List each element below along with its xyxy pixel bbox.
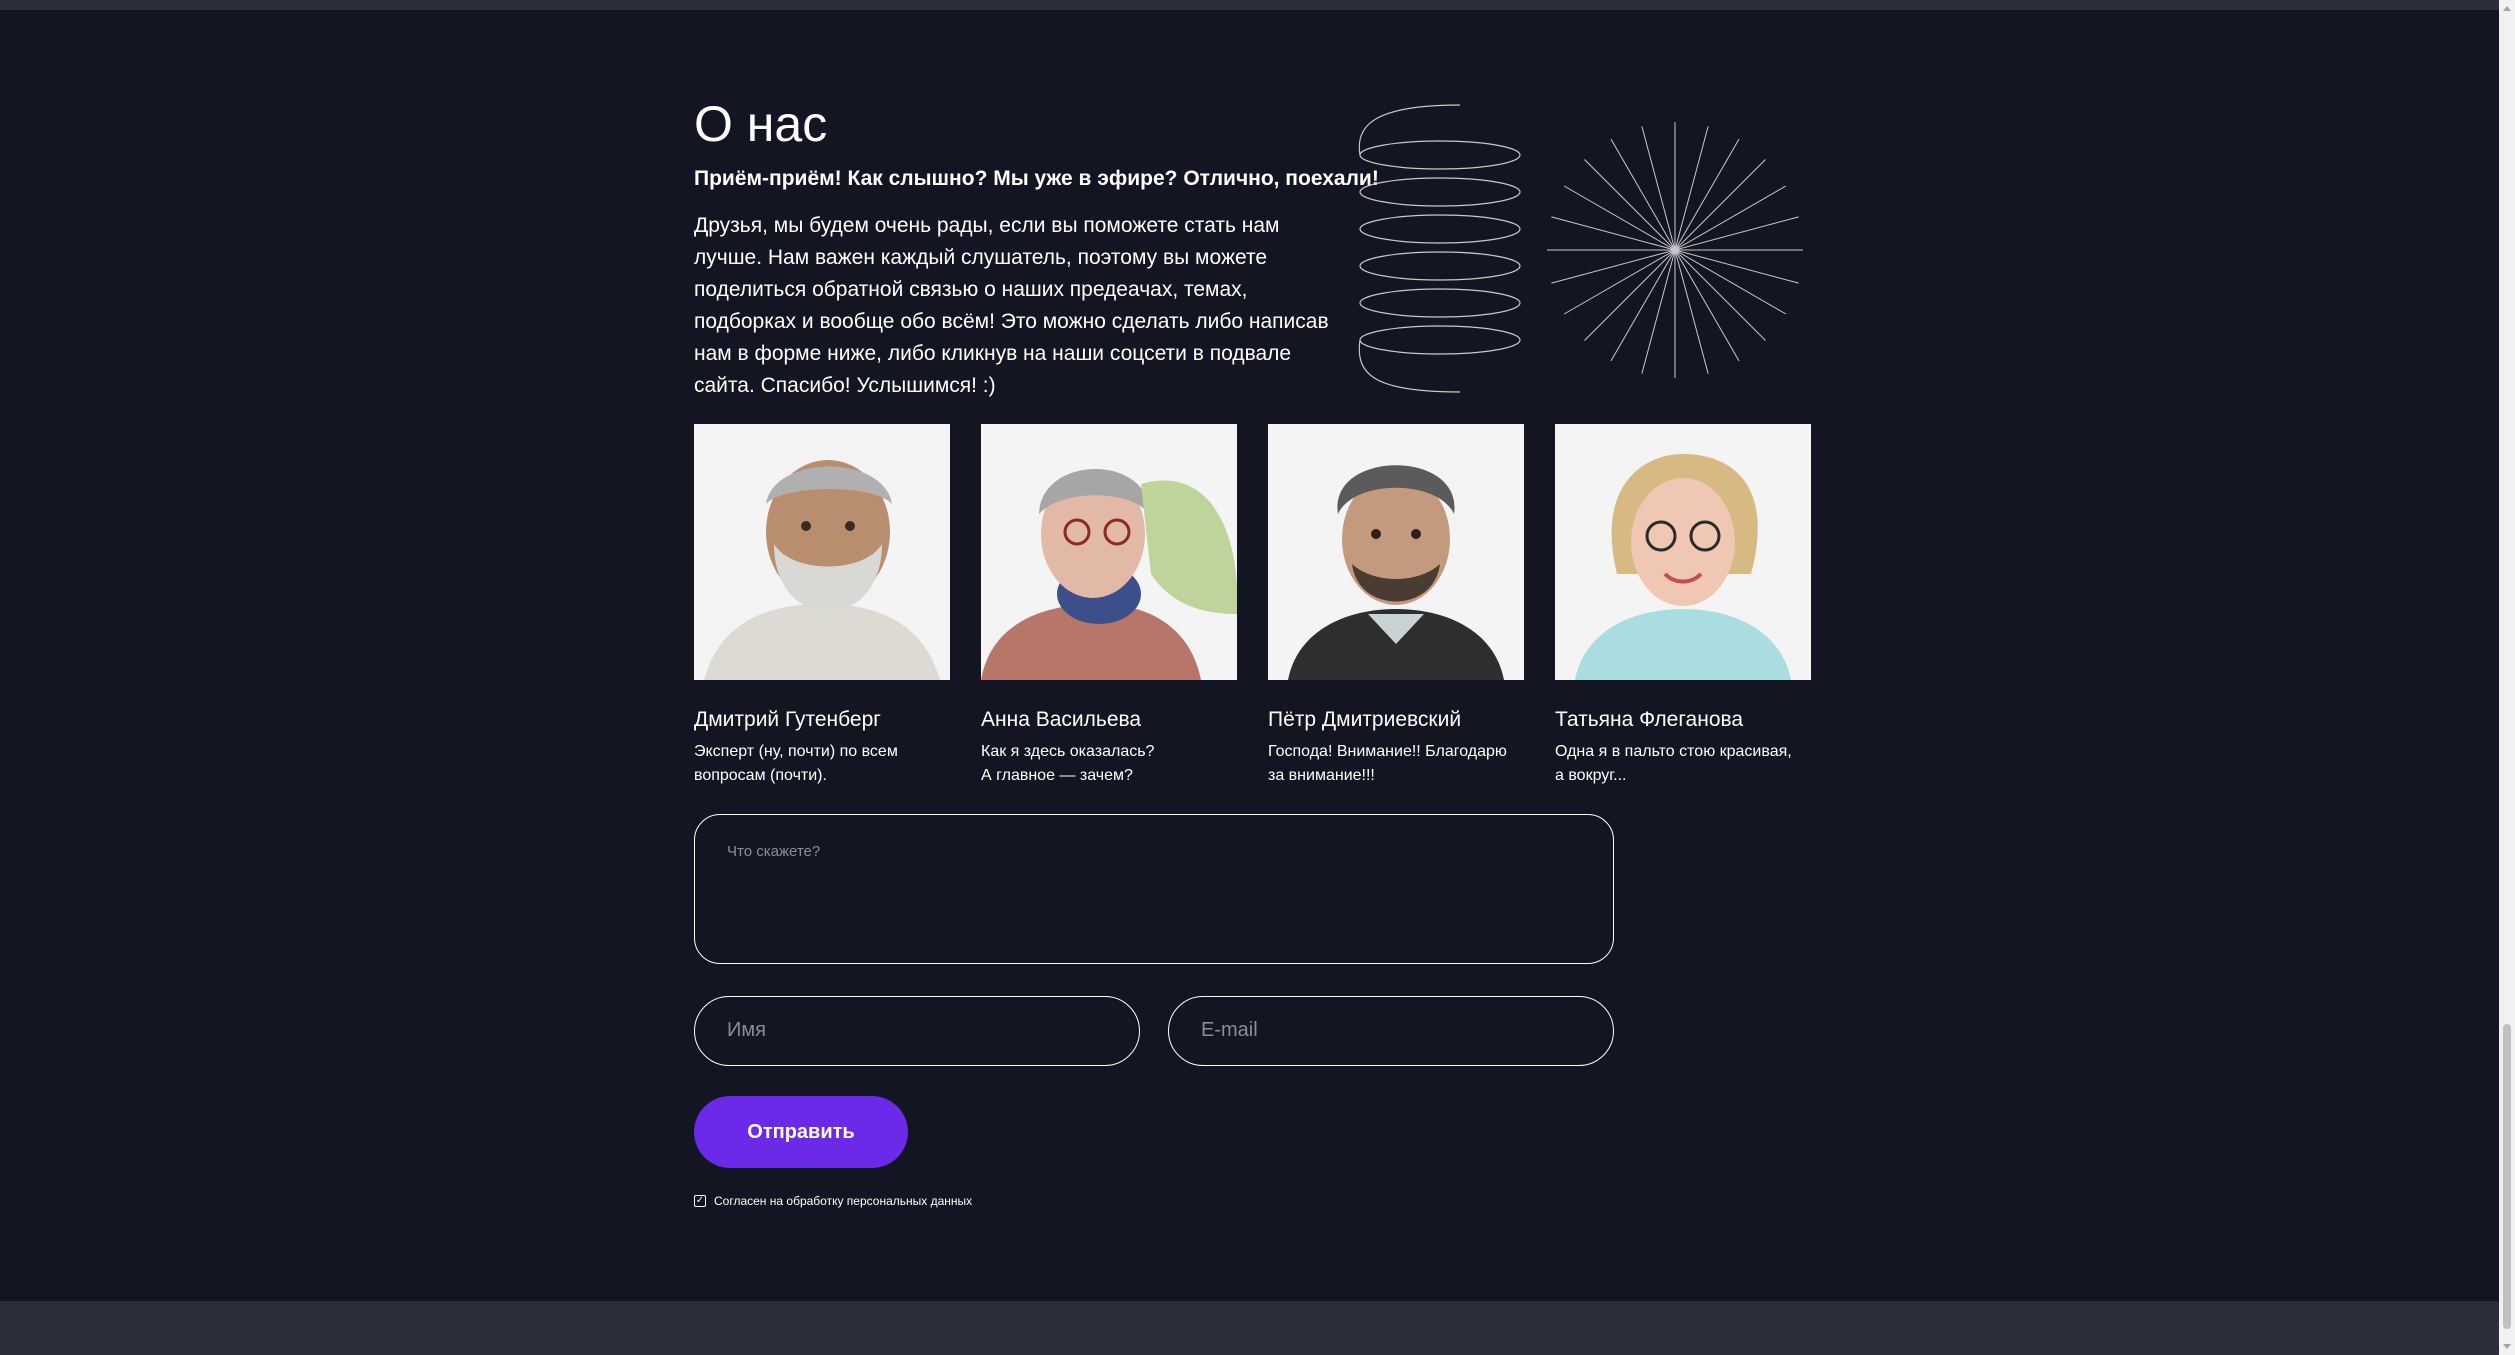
- email-input[interactable]: E-mail: [1168, 996, 1614, 1066]
- starburst-decoration: [1547, 122, 1803, 378]
- scrollbar-thumb[interactable]: [2503, 1024, 2511, 1329]
- message-textarea[interactable]: Что скажете?: [694, 814, 1614, 964]
- scroll-down-icon[interactable]: [2503, 1344, 2511, 1349]
- header-strip: [0, 0, 2499, 10]
- member-name: Татьяна Флеганова: [1555, 708, 1744, 731]
- consent-label: Согласен на обработку персональных данны…: [714, 1194, 973, 1208]
- scroll-up-icon[interactable]: [2503, 6, 2511, 11]
- team-card: Анна Васильева Как я здесь оказалась? А г…: [981, 424, 1237, 788]
- spiral-decoration: [1358, 104, 1521, 393]
- member-name: Анна Васильева: [981, 708, 1142, 731]
- footer-strip: [0, 1301, 2499, 1355]
- member-description: Одна я в пальто стою красивая, а вокруг..…: [1555, 743, 1792, 784]
- team-card: Дмитрий Гутенберг Эксперт (ну, почти) по…: [694, 424, 950, 788]
- member-name: Пётр Дмитриевский: [1268, 708, 1462, 731]
- page-title: О нас: [694, 96, 828, 152]
- message-placeholder: Что скажете?: [727, 843, 821, 860]
- name-placeholder: Имя: [727, 1019, 766, 1041]
- intro-text: Друзья, мы будем очень рады, если вы пом…: [694, 214, 1329, 397]
- submit-button[interactable]: Отправить: [694, 1096, 908, 1168]
- member-photo: [981, 424, 1237, 680]
- member-photo: [694, 424, 950, 680]
- member-description: Как я здесь оказалась? А главное — зачем?: [981, 743, 1155, 784]
- member-photo: [1268, 424, 1524, 680]
- team-card: Татьяна Флеганова Одна я в пальто стою к…: [1555, 424, 1811, 788]
- name-input[interactable]: Имя: [694, 996, 1140, 1066]
- consent-checkbox[interactable]: ✓: [694, 1195, 706, 1207]
- member-name: Дмитрий Гутенберг: [694, 708, 881, 731]
- member-description: Господа! Внимание!! Благодарю за внимание…: [1268, 743, 1507, 784]
- page-subtitle: Приём-приём! Как слышно? Мы уже в эфире?…: [694, 167, 1379, 190]
- page-scrollbar[interactable]: [2499, 0, 2515, 1355]
- team-card: Пётр Дмитриевский Господа! Внимание!! Бл…: [1268, 424, 1524, 788]
- member-photo: [1555, 424, 1811, 680]
- consent-row: ✓ Согласен на обработку персональных дан…: [694, 1194, 972, 1208]
- email-placeholder: E-mail: [1201, 1019, 1258, 1041]
- member-description: Эксперт (ну, почти) по всем вопросам (поч…: [694, 743, 898, 784]
